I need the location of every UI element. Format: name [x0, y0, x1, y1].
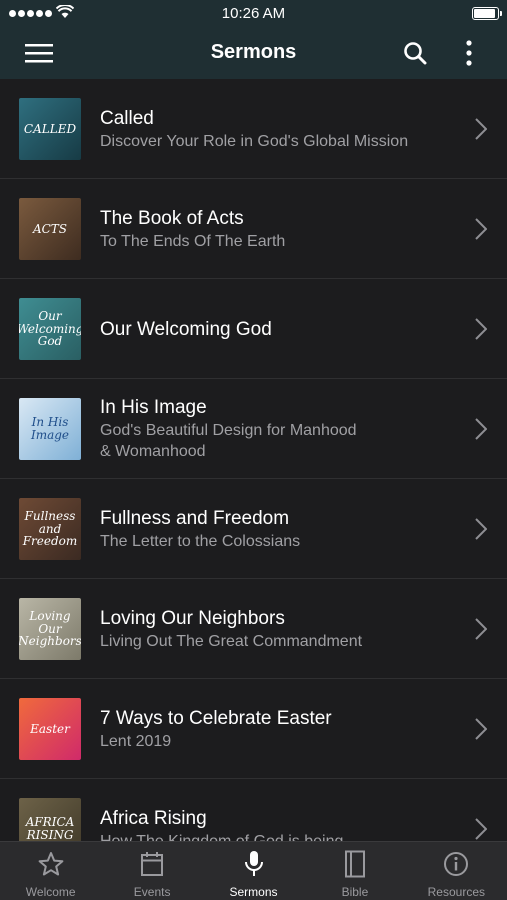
sermon-thumbnail-text: Loving Our Neighbors [19, 609, 81, 649]
chevron-right-icon [475, 618, 488, 645]
nav-bar: Sermons [0, 27, 507, 79]
info-icon [443, 850, 469, 878]
chevron-right-icon [475, 318, 488, 345]
sermon-row[interactable]: In His Image In His Image God's Beautiful … [0, 379, 507, 479]
tab-sermons[interactable]: Sermons [203, 842, 304, 900]
chevron-right-icon [475, 718, 488, 745]
sermon-list[interactable]: CALLED Called Discover Your Role in God's … [0, 79, 507, 841]
sermon-thumbnail-text: Our Welcoming God [19, 309, 81, 349]
sermon-thumbnail: Our Welcoming God [19, 298, 81, 360]
sermon-title: Our Welcoming God [100, 319, 272, 340]
tab-label: Resources [427, 885, 485, 899]
sermon-title: Africa Rising [100, 808, 207, 829]
chevron-right-icon [475, 518, 488, 545]
search-icon [404, 42, 427, 65]
tab-bar: Welcome Events Sermons Bible Resources [0, 841, 507, 900]
search-button[interactable] [397, 35, 433, 71]
sermon-thumbnail-text: In His Image [30, 415, 70, 442]
sermon-title: In His Image [100, 397, 207, 418]
tab-welcome[interactable]: Welcome [0, 842, 101, 900]
sermon-row[interactable]: AFRICA RISING Africa Rising How The Kingdo… [0, 779, 507, 841]
sermon-thumbnail-text: Easter [30, 721, 70, 736]
sermon-title: Fullness and Freedom [100, 508, 290, 529]
chevron-right-icon [475, 418, 488, 445]
sermon-thumbnail: In His Image [19, 398, 81, 460]
sermon-thumbnail: CALLED [19, 98, 81, 160]
chevron-right-icon [475, 218, 488, 245]
battery-icon [472, 7, 502, 20]
sermon-subtitle: To The Ends Of The Earth [100, 233, 286, 250]
sermon-subtitle: God's Beautiful Design for Manhood & Wom… [100, 422, 357, 460]
chevron-right-icon [475, 118, 488, 145]
sermon-thumbnail: ACTS [19, 198, 81, 260]
sermon-thumbnail: Loving Our Neighbors [19, 598, 81, 660]
status-time: 10:26 AM [221, 5, 286, 22]
book-icon [344, 850, 366, 878]
sermon-thumbnail-text: AFRICA RISING [25, 815, 75, 841]
sermon-row[interactable]: Fullness and Freedom Fullness and Freedom… [0, 479, 507, 579]
sermon-thumbnail: Fullness and Freedom [19, 498, 81, 560]
tab-label: Sermons [229, 885, 278, 899]
more-options-button[interactable] [451, 35, 487, 71]
star-icon [38, 850, 64, 878]
sermon-row[interactable]: ACTS The Book of Acts To The Ends Of The E… [0, 179, 507, 279]
sermon-row[interactable]: Loving Our Neighbors Loving Our Neighbors… [0, 579, 507, 679]
chevron-right-icon [475, 818, 488, 841]
tab-label: Welcome [25, 885, 76, 899]
sermon-subtitle: Living Out The Great Commandment [100, 633, 363, 650]
sermon-subtitle: Discover Your Role in God's Global Missi… [100, 133, 409, 150]
sermon-thumbnail: AFRICA RISING [19, 798, 81, 841]
microphone-icon [243, 850, 265, 878]
tab-label: Events [133, 885, 171, 899]
sermon-title: The Book of Acts [100, 208, 244, 229]
tab-bible[interactable]: Bible [304, 842, 405, 900]
sermon-title: Loving Our Neighbors [100, 608, 285, 629]
sermon-subtitle: How The Kingdom of God is being [100, 831, 457, 841]
more-vertical-icon [466, 40, 472, 66]
tab-label: Bible [341, 885, 369, 899]
sermon-row[interactable]: CALLED Called Discover Your Role in God's … [0, 79, 507, 179]
sermon-row[interactable]: Easter 7 Ways to Celebrate Easter Lent 201… [0, 679, 507, 779]
sermon-subtitle: The Letter to the Colossians [100, 533, 301, 550]
sermon-title: 7 Ways to Celebrate Easter [100, 708, 332, 729]
sermon-thumbnail: Easter [19, 698, 81, 760]
sermon-title: Called [100, 108, 154, 129]
sermon-thumbnail-text: ACTS [32, 221, 68, 236]
sermon-thumbnail-text: CALLED [23, 121, 77, 136]
battery-level [474, 9, 495, 18]
sermon-row[interactable]: Our Welcoming God Our Welcoming God [0, 279, 507, 379]
tab-resources[interactable]: Resources [406, 842, 507, 900]
status-bar: 10:26 AM [0, 0, 507, 27]
sermon-subtitle: Lent 2019 [100, 733, 172, 750]
tab-events[interactable]: Events [101, 842, 202, 900]
sermon-thumbnail-text: Fullness and Freedom [22, 509, 78, 549]
calendar-icon [140, 850, 164, 878]
